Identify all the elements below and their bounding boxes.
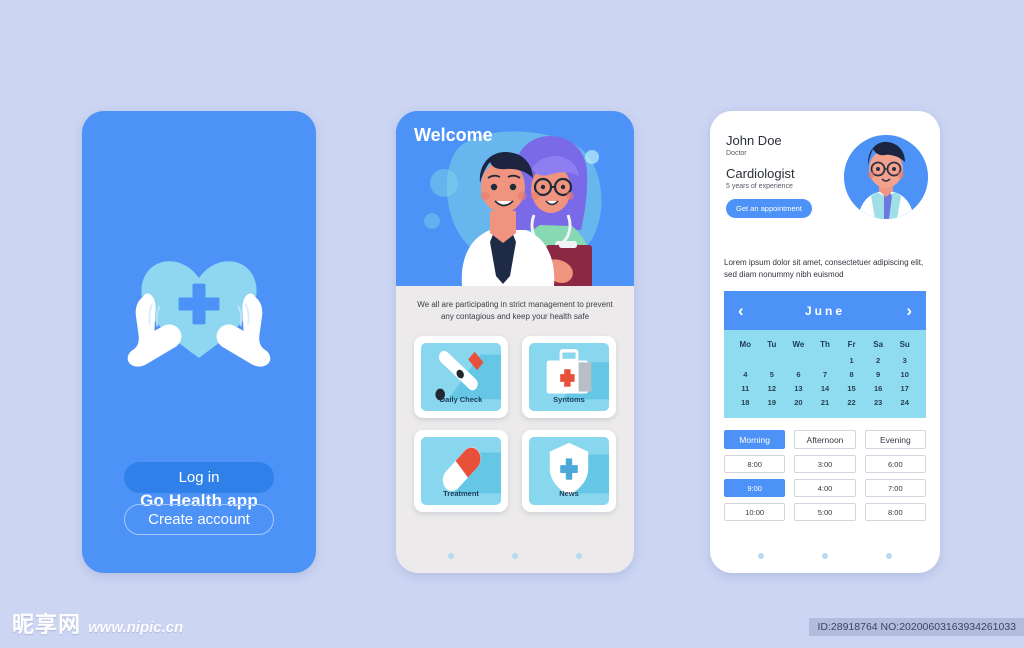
doctor-avatar-icon <box>844 135 928 219</box>
time-slot[interactable]: 5:00 <box>794 503 856 521</box>
pagination-dot[interactable] <box>758 553 764 559</box>
time-slot[interactable]: 8:00 <box>724 455 786 473</box>
calendar-day[interactable]: 4 <box>732 367 759 381</box>
calendar-day[interactable]: 2 <box>865 353 892 367</box>
hero-banner: Welcome <box>396 111 634 286</box>
watermark-url: www.nipic.cn <box>88 619 184 636</box>
doctor-header: John Doe Doctor Cardiologist 5 years of … <box>710 111 940 251</box>
calendar-day[interactable]: 17 <box>891 381 918 395</box>
calendar-day[interactable]: 21 <box>812 395 839 409</box>
auth-buttons: Log in Create account <box>124 462 274 535</box>
calendar-weekday: We <box>792 340 805 349</box>
calendar-day[interactable]: 20 <box>785 395 812 409</box>
welcome-title: Welcome <box>414 125 493 145</box>
calendar-day[interactable]: 11 <box>732 381 759 395</box>
time-slot-selector: Morning 8:00 9:00 10:00 Afternoon 3:00 4… <box>724 430 926 521</box>
calendar-header: ‹ June › <box>724 291 926 330</box>
feature-label: News <box>559 489 579 499</box>
slot-column-morning: Morning 8:00 9:00 10:00 <box>724 430 786 521</box>
calendar-weekday: Fr <box>847 340 856 349</box>
feature-grid: Daily Check Syntoms Treatment News <box>414 336 616 513</box>
calendar-day[interactable]: 9 <box>865 367 892 381</box>
calendar-day[interactable]: 15 <box>838 381 865 395</box>
time-slot-selected[interactable]: 9:00 <box>724 479 786 497</box>
pagination-dot[interactable] <box>822 553 828 559</box>
calendar: ‹ June › MoTuWeThFrSaSu ....123456789101… <box>724 291 926 418</box>
calendar-month: June <box>804 303 845 318</box>
calendar-day[interactable]: 13 <box>785 381 812 395</box>
period-tab-evening[interactable]: Evening <box>864 430 926 449</box>
pagination-dots[interactable] <box>396 553 634 559</box>
heart-with-cross-in-hands-icon <box>127 261 271 367</box>
login-button[interactable]: Log in <box>124 462 274 493</box>
calendar-day[interactable]: 23 <box>865 395 892 409</box>
feature-label: Syntoms <box>553 395 585 405</box>
time-slot[interactable]: 7:00 <box>864 479 926 497</box>
login-screen: Go Health app Log in Create account <box>82 111 316 573</box>
calendar-day[interactable]: 10 <box>891 367 918 381</box>
calendar-day[interactable]: 5 <box>759 367 786 381</box>
time-slot[interactable]: 6:00 <box>864 455 926 473</box>
calendar-day[interactable]: 12 <box>759 381 786 395</box>
doctor-profile-screen: John Doe Doctor Cardiologist 5 years of … <box>710 111 940 573</box>
slot-column-afternoon: Afternoon 3:00 4:00 5:00 <box>794 430 856 521</box>
feature-label: Treatment <box>443 489 479 499</box>
pagination-dot[interactable] <box>886 553 892 559</box>
pagination-dot[interactable] <box>576 553 582 559</box>
welcome-screen: Welcome We all are participating in stri… <box>396 111 634 573</box>
site-watermark: 昵享网 www.nipic.cn <box>12 607 183 639</box>
watermark-logo-text: 昵享网 <box>12 613 82 638</box>
calendar-weekday: Tu <box>767 340 777 349</box>
calendar-day[interactable]: 8 <box>838 367 865 381</box>
period-tab-afternoon[interactable]: Afternoon <box>794 430 856 449</box>
calendar-day[interactable]: 24 <box>891 395 918 409</box>
time-slot[interactable]: 3:00 <box>794 455 856 473</box>
chevron-left-icon[interactable]: ‹ <box>738 302 744 319</box>
calendar-day[interactable]: 19 <box>759 395 786 409</box>
app-logo <box>82 239 316 369</box>
feature-card-daily-check[interactable]: Daily Check <box>414 336 508 419</box>
calendar-day[interactable]: 14 <box>812 381 839 395</box>
calendar-day[interactable]: 6 <box>785 367 812 381</box>
watermark-id: ID:28918764 NO:20200603163934261033 <box>809 618 1024 636</box>
calendar-day[interactable]: 3 <box>891 353 918 367</box>
avatar <box>844 135 928 219</box>
calendar-weekday: Mo <box>739 340 752 349</box>
slot-column-evening: Evening 6:00 7:00 8:00 <box>864 430 926 521</box>
calendar-weekday: Sa <box>873 340 884 349</box>
canvas: Go Health app Log in Create account Welc… <box>0 0 1024 648</box>
pagination-dot[interactable] <box>448 553 454 559</box>
welcome-caption: We all are participating in strict manag… <box>417 300 613 321</box>
feature-card-treatment[interactable]: Treatment <box>414 430 508 513</box>
feature-label: Daily Check <box>439 395 483 405</box>
pagination-dot[interactable] <box>512 553 518 559</box>
calendar-weekday-row: Mo Tu We Th Fr Sa Su <box>732 338 918 353</box>
calendar-weekday: Su <box>899 340 910 349</box>
chevron-right-icon[interactable]: › <box>906 302 912 319</box>
calendar-body: MoTuWeThFrSaSu ....123456789101112131415… <box>724 330 926 418</box>
feature-card-syntoms[interactable]: Syntoms <box>522 336 616 419</box>
time-slot[interactable]: 8:00 <box>864 503 926 521</box>
calendar-day[interactable]: 18 <box>732 395 759 409</box>
calendar-day-grid[interactable]: ....123456789101112131415161718192021222… <box>732 353 918 409</box>
get-appointment-button[interactable]: Get an appointment <box>726 199 812 218</box>
create-account-button[interactable]: Create account <box>124 504 274 535</box>
time-slot[interactable]: 10:00 <box>724 503 786 521</box>
calendar-day[interactable]: 22 <box>838 395 865 409</box>
calendar-day[interactable]: 7 <box>812 367 839 381</box>
calendar-day[interactable]: 16 <box>865 381 892 395</box>
doctor-bio: Lorem ipsum dolor sit amet, consectetuer… <box>724 258 924 279</box>
calendar-weekday: Th <box>820 340 830 349</box>
calendar-day[interactable]: 1 <box>838 353 865 367</box>
pagination-dots[interactable] <box>710 553 940 559</box>
feature-card-news[interactable]: News <box>522 430 616 513</box>
time-slot[interactable]: 4:00 <box>794 479 856 497</box>
period-tab-morning[interactable]: Morning <box>724 430 786 449</box>
